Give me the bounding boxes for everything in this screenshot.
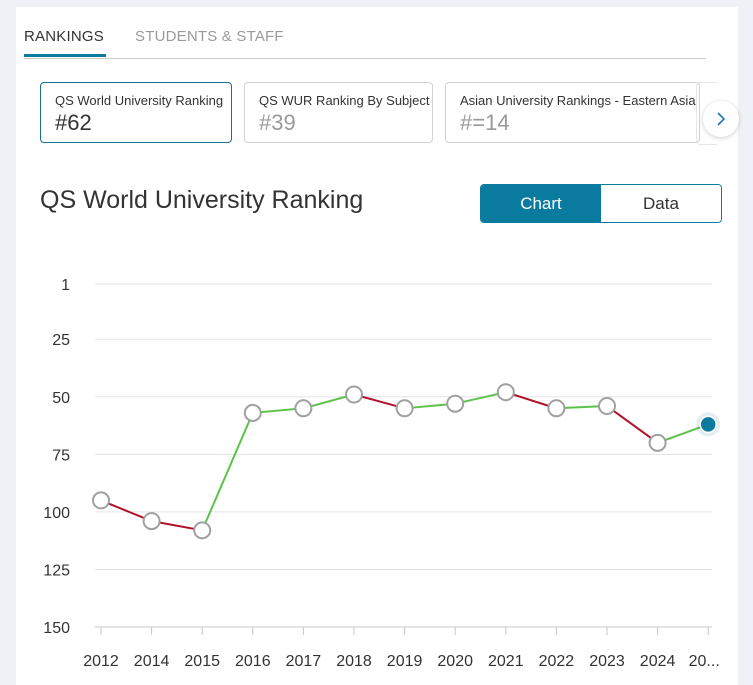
data-point [547, 399, 566, 418]
tab-students-staff[interactable]: STUDENTS & STAFF [135, 28, 284, 45]
chevron-right-icon [717, 112, 726, 126]
data-point [395, 399, 414, 418]
x-tick-label: 2022 [539, 653, 575, 670]
x-tick-label: 2018 [336, 653, 372, 670]
active-tab-indicator [24, 54, 106, 57]
y-tick-label: 1 [61, 277, 70, 294]
x-tick-label: 2012 [83, 653, 119, 670]
data-point [294, 399, 313, 418]
line-segment-improving [201, 412, 254, 531]
y-tick-label: 75 [52, 447, 70, 464]
data-point [648, 433, 667, 452]
ranking-card-qs-wur[interactable]: QS World University Ranking #62 [40, 82, 232, 143]
y-tick-label: 25 [52, 332, 70, 349]
ranking-card-label: QS WUR Ranking By Subject [259, 93, 430, 108]
chart-view-button[interactable]: Chart [481, 185, 601, 222]
y-tick-label: 150 [43, 620, 70, 637]
data-point [496, 383, 515, 402]
ranking-card-value: #62 [55, 110, 92, 135]
ranking-card-label: QS World University Ranking [55, 93, 224, 108]
y-tick-label: 50 [52, 390, 70, 407]
ranking-card-label: Asian University Rankings - Eastern Asia [460, 93, 696, 108]
data-point [598, 397, 616, 416]
x-tick-label: 20... [689, 653, 720, 670]
line-segment-declining [606, 405, 659, 444]
x-tick-label: 2024 [640, 653, 676, 670]
ranking-cards: QS World University Ranking #62 QS WUR R… [24, 82, 724, 146]
data-point [193, 521, 212, 540]
data-point [243, 403, 262, 422]
data-point [446, 394, 465, 413]
data-point [92, 491, 110, 510]
y-tick-label: 100 [43, 505, 70, 522]
tab-bar: RANKINGS STUDENTS & STAFF [24, 26, 706, 59]
x-tick-label: 2021 [488, 653, 524, 670]
x-tick-label: 2015 [184, 653, 220, 670]
ranking-card-value: #39 [259, 110, 296, 135]
tab-rankings[interactable]: RANKINGS [24, 28, 104, 45]
ranking-card-asian[interactable]: Asian University Rankings - Eastern Asia… [445, 82, 700, 143]
x-tick-label: 2017 [286, 653, 322, 670]
view-toggle: Chart Data [480, 184, 722, 223]
y-axis-labels: 1255075100125150 [43, 277, 70, 637]
x-tick-label: 2014 [134, 653, 170, 670]
data-point [142, 512, 161, 531]
x-tick-label: 2019 [387, 653, 423, 670]
x-tick-label: 2016 [235, 653, 271, 670]
data-point [345, 385, 363, 404]
data-point-highlighted [699, 415, 717, 434]
data-points [92, 383, 721, 540]
x-axis: 2012 2014 2015 2016 2017 2018 2019 2020 2021 2022… [83, 627, 720, 670]
ranking-card-value: #=14 [460, 110, 510, 135]
ranking-card-by-subject[interactable]: QS WUR Ranking By Subject #39 [244, 82, 433, 143]
ranking-line-chart: 1255075100125150 2012 2014 2015 2016 2017 201… [43, 277, 721, 670]
x-tick-label: 2023 [589, 653, 625, 670]
data-view-button[interactable]: Data [601, 185, 721, 222]
next-cards-button[interactable] [703, 101, 739, 137]
y-tick-label: 125 [43, 562, 70, 579]
chart-title: QS World University Ranking [40, 186, 364, 214]
x-tick-label: 2020 [437, 653, 473, 670]
gridlines [95, 283, 712, 628]
